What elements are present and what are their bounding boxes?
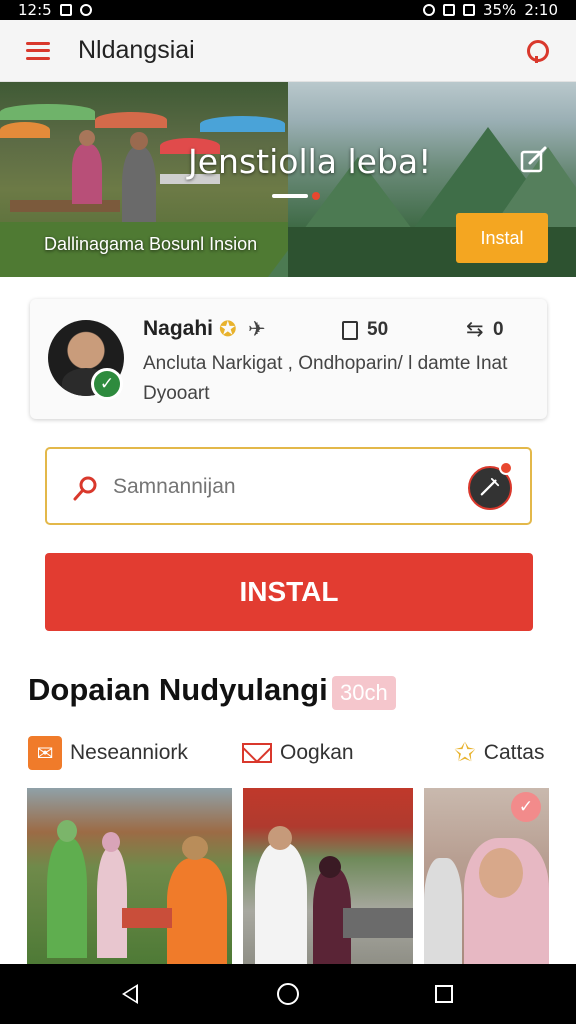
search-icon[interactable]: [524, 38, 550, 64]
wifi-icon: [442, 4, 455, 16]
gallery-photo[interactable]: [27, 788, 232, 964]
app-title: Nldangsiai: [78, 36, 195, 64]
document-icon: [342, 321, 358, 340]
install-button[interactable]: INSTAL: [45, 553, 533, 631]
hero-caption: Dallinagama Bosunl Insion: [44, 234, 258, 254]
notification-icon: [59, 4, 72, 16]
edit-icon[interactable]: [519, 144, 549, 174]
mail-icon: [242, 743, 272, 763]
section-badge: 30ch: [332, 676, 396, 710]
check-icon[interactable]: ✓: [511, 792, 541, 822]
star-icon: ✪: [219, 317, 237, 341]
notification-icon: [79, 4, 92, 16]
status-time-left: 12:5: [18, 1, 52, 19]
status-bar: 12:5 35% 2:10: [0, 0, 576, 20]
status-time-right: 2:10: [524, 1, 558, 19]
battery-percent: 35%: [482, 1, 517, 19]
airplane-icon: ✈: [248, 317, 266, 341]
tab-cattas[interactable]: ✩ Cattas: [454, 734, 545, 772]
gallery-photo[interactable]: [243, 788, 413, 964]
tab-label: Neseanniork: [70, 741, 188, 764]
tab-neseanniork[interactable]: ✉ Neseanniork: [28, 734, 188, 772]
tab-label: Cattas: [483, 741, 545, 764]
hamburger-menu-icon[interactable]: [26, 41, 50, 60]
search-icon: [73, 476, 97, 501]
category-tabs: ✉ Neseanniork Oogkan ✩ Cattas: [28, 734, 552, 772]
tab-label: Oogkan: [280, 741, 354, 764]
profile-card[interactable]: ✓ Nagahi ✪ ✈ 50 ⇆ 0 Ancluta Narkigat , O…: [30, 299, 547, 419]
search-input[interactable]: [113, 466, 443, 508]
check-icon: ✓: [91, 368, 123, 400]
search-field[interactable]: [45, 447, 532, 525]
tab-oogkan[interactable]: Oogkan: [242, 734, 354, 772]
recent-apps-icon[interactable]: [435, 985, 453, 1003]
hero-install-button[interactable]: Instal: [456, 213, 548, 263]
navigation-bar: [0, 964, 576, 1024]
back-icon[interactable]: [122, 984, 138, 1004]
section-title: Dopaian Nudyulangi: [28, 672, 328, 707]
notification-dot: [499, 461, 513, 475]
hero-banner[interactable]: Jenstiolla leba! Dallinagama Bosunl Insi…: [0, 82, 576, 277]
signal-icon: [462, 4, 475, 16]
location-icon: [422, 4, 435, 16]
share-count: 0: [493, 319, 504, 340]
star-icon: ✩: [454, 738, 476, 768]
document-count: 50: [367, 319, 389, 340]
app-bar: Nldangsiai: [0, 20, 576, 82]
profile-name: Nagahi: [143, 317, 214, 340]
share-icon[interactable]: ⇆: [466, 317, 484, 341]
tag-icon: ✉: [28, 736, 62, 770]
carousel-indicator: [272, 192, 320, 200]
profile-description: Ancluta Narkigat , Ondhoparin/ l damte I…: [143, 353, 508, 404]
home-icon[interactable]: [277, 983, 299, 1005]
hero-headline: Jenstiolla leba!: [188, 142, 432, 181]
